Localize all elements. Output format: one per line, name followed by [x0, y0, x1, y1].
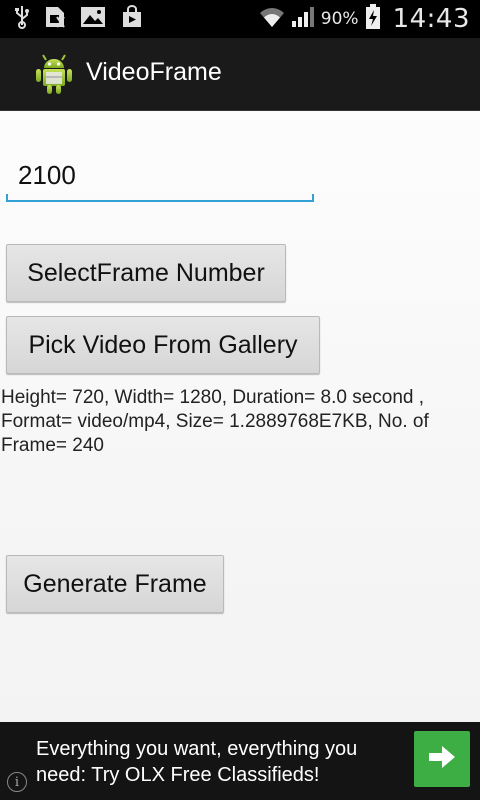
- status-bar: 90% 14:43: [0, 0, 480, 38]
- video-info-text: Height= 720, Width= 1280, Duration= 8.0 …: [1, 387, 429, 456]
- frame-number-value[interactable]: 2100: [18, 160, 76, 191]
- input-edge-right: [312, 194, 314, 202]
- store-icon: [120, 5, 144, 33]
- system-status: 90% 14:43: [259, 4, 470, 34]
- ad-banner[interactable]: i Everything you want, everything you ne…: [0, 722, 480, 800]
- pick-video-button[interactable]: Pick Video From Gallery: [6, 316, 320, 374]
- battery-charging-icon: [365, 4, 381, 34]
- ad-text[interactable]: Everything you want, everything you need…: [36, 736, 396, 788]
- battery-percent: 90%: [320, 9, 359, 29]
- frame-number-input[interactable]: 2100: [6, 150, 314, 202]
- arrow-right-icon: [428, 745, 456, 773]
- ad-go-button[interactable]: [414, 731, 470, 787]
- generate-frame-button[interactable]: Generate Frame: [6, 555, 224, 613]
- notification-icons: [14, 5, 144, 33]
- usb-icon: [14, 5, 30, 33]
- input-underline: [6, 200, 314, 202]
- sim-icon: [44, 5, 66, 33]
- clock: 14:43: [392, 4, 470, 34]
- action-bar: VideoFrame: [0, 38, 480, 111]
- android-icon[interactable]: [32, 52, 76, 96]
- wifi-icon: [259, 6, 285, 32]
- signal-icon: [291, 6, 315, 32]
- input-edge-left: [6, 194, 8, 202]
- app-title: VideoFrame: [86, 58, 222, 86]
- image-icon: [80, 6, 106, 32]
- info-icon[interactable]: i: [7, 772, 27, 792]
- select-frame-number-button[interactable]: SelectFrame Number: [6, 244, 286, 302]
